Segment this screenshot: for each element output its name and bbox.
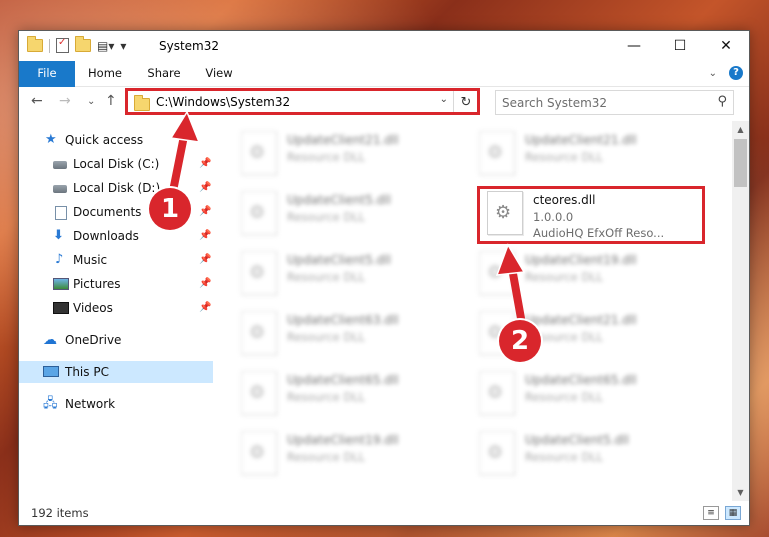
annotation-arrows <box>168 110 526 328</box>
step-1-badge: 1 <box>149 188 191 230</box>
arrow-1 <box>168 110 201 200</box>
arrow-2 <box>495 243 526 328</box>
step-2-badge: 2 <box>499 320 541 362</box>
